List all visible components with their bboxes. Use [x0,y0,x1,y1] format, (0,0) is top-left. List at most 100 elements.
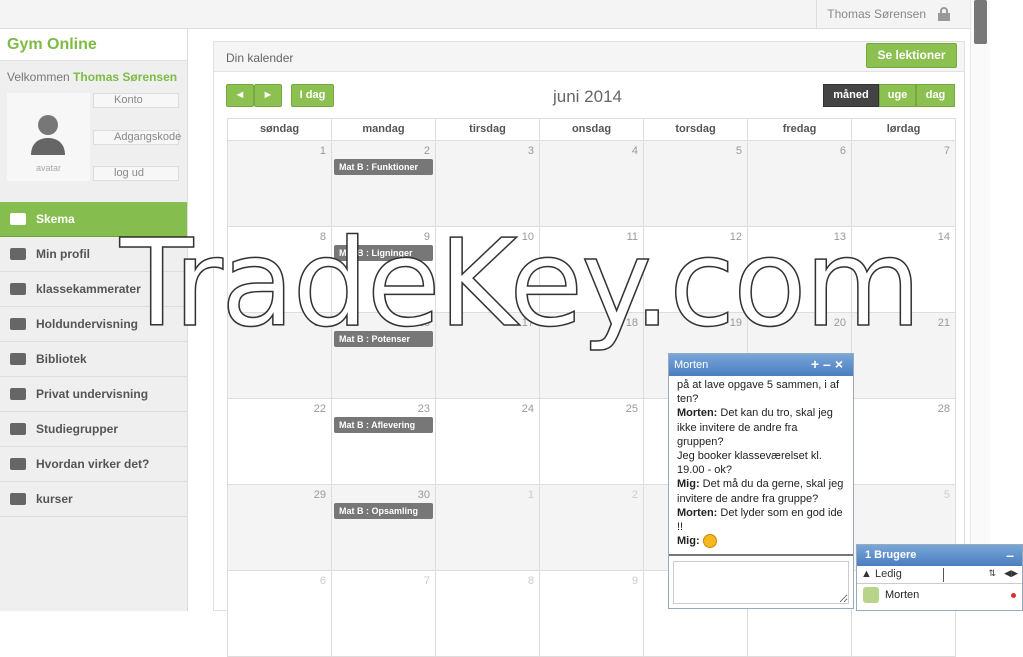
sidebar: Gym Online Velkommen Thomas Sørensen ava… [0,29,188,611]
sidebar-item[interactable]: kurser [0,482,187,517]
sidebar-item-label: kurser [36,492,73,506]
sidebar-item[interactable]: Skema [0,202,187,237]
day-cell[interactable]: 9 Mat B : Ligninger [332,227,436,312]
chat-input[interactable] [673,561,849,604]
sidebar-nav: Skema Min profil klassekammerater Holdunder… [0,202,187,517]
day-number: 16 [417,317,430,329]
day-number: 2 [423,145,430,157]
day-cell[interactable]: 30 Mat B : Opsamling [332,485,436,570]
swap-icon[interactable]: ⇅ [988,568,996,579]
lock-icon [938,7,950,21]
day-number: 8 [319,231,326,243]
day-cell[interactable]: 6 [228,571,332,656]
day-cell[interactable]: 24 [436,399,540,484]
view-month-button[interactable]: måned [823,84,879,107]
calendar-event[interactable]: Mat B : Aflevering [334,417,433,433]
sidebar-item[interactable]: klassekammerater [0,272,187,307]
day-number: 21 [937,317,950,329]
view-week-button[interactable]: uge [879,84,916,107]
day-cell[interactable]: 7 [332,571,436,656]
sound-icon[interactable]: ◀▶ [1004,568,1018,579]
weekday-label: onsdag [540,119,644,140]
day-number: 7 [943,145,950,157]
expand-icon[interactable]: + [811,356,823,372]
logout-button[interactable]: log ud [93,166,179,181]
sidebar-item-label: klassekammerater [36,282,141,296]
status-selector[interactable]: ▲ Ledig ⇅ ◀▶ [857,566,1022,584]
sidebar-item[interactable]: Holdundervisning [0,307,187,342]
chat-window: Morten +–× på at lave opgave 5 sammen, i … [668,353,854,609]
user-row[interactable]: Morten [857,584,1022,606]
day-number: 19 [729,317,742,329]
avatar[interactable]: avatar [7,93,90,181]
sidebar-item[interactable]: Studiegrupper [0,412,187,447]
user-menu[interactable]: Thomas Sørensen [816,0,958,29]
day-cell[interactable]: 16 Mat B : Potenser [332,313,436,398]
day-cell[interactable]: 25 [540,399,644,484]
today-button[interactable]: I dag [291,84,334,107]
day-cell[interactable]: 12 [644,227,748,312]
calendar-event[interactable]: Mat B : Opsamling [334,503,433,519]
day-cell[interactable]: 5 [644,141,748,226]
day-cell[interactable]: 8 [228,227,332,312]
day-cell[interactable]: 22 [228,399,332,484]
day-cell[interactable]: 6 [748,141,852,226]
day-cell[interactable]: 3 [436,141,540,226]
close-icon[interactable]: × [835,356,847,372]
day-cell[interactable]: 4 [540,141,644,226]
day-cell[interactable]: 8 [436,571,540,656]
calendar-event[interactable]: Mat B : Potenser [334,331,433,347]
minimize-icon[interactable]: – [1006,547,1014,563]
day-cell[interactable]: 2 Mat B : Funktioner [332,141,436,226]
monitor-icon [10,213,26,225]
day-number: 17 [521,317,534,329]
sidebar-item[interactable]: Min profil [0,237,187,272]
day-cell[interactable]: 1 [228,141,332,226]
day-cell[interactable]: 18 [540,313,644,398]
day-number: 30 [417,489,430,501]
day-cell[interactable]: 1 [436,485,540,570]
minimize-icon[interactable]: – [823,356,835,372]
calendar-event[interactable]: Mat B : Ligninger [334,245,433,261]
day-cell[interactable]: 17 [436,313,540,398]
day-number: 6 [839,145,846,157]
day-cell[interactable]: 23 Mat B : Aflevering [332,399,436,484]
day-cell[interactable]: 11 [540,227,644,312]
next-button[interactable]: ► [254,84,282,107]
day-number: 5 [943,489,950,501]
sidebar-item[interactable]: Privat undervisning [0,377,187,412]
day-number: 24 [521,403,534,415]
day-cell[interactable]: 13 [748,227,852,312]
scrollbar[interactable] [970,0,990,611]
month-title: juni 2014 [553,87,623,106]
day-cell[interactable]: 29 [228,485,332,570]
scrollbar-thumb[interactable] [974,0,987,44]
day-cell[interactable]: 28 [852,399,956,484]
checklist-icon [10,318,26,330]
users-icon [10,283,26,295]
sidebar-item[interactable]: Bibliotek [0,342,187,377]
day-cell[interactable]: 15 [228,313,332,398]
sidebar-item[interactable]: Hvordan virker det? [0,447,187,482]
day-number: 13 [833,231,846,243]
day-cell[interactable]: 9 [540,571,644,656]
day-cell[interactable]: 7 [852,141,956,226]
prev-button[interactable]: ◄ [226,84,254,107]
user-avatar [863,587,879,603]
calendar-event[interactable]: Mat B : Funktioner [334,159,433,175]
day-cell[interactable]: 21 [852,313,956,398]
sidebar-item-label: Skema [36,212,75,226]
day-number: 12 [729,231,742,243]
chat-message: Mig: Det må du da gerne, skal jeg invite… [677,478,844,505]
view-day-button[interactable]: dag [916,84,955,107]
sidebar-item-label: Min profil [36,247,90,261]
panel-title: Din kalender [214,42,964,72]
day-cell[interactable]: 14 [852,227,956,312]
see-lessons-button[interactable]: Se lektioner [866,43,957,68]
password-button[interactable]: Adgangskode [93,130,181,145]
users-header[interactable]: 1 Brugere – [857,545,1022,566]
day-cell[interactable]: 10 [436,227,540,312]
chat-header[interactable]: Morten +–× [669,354,853,376]
day-cell[interactable]: 2 [540,485,644,570]
account-button[interactable]: Konto [93,93,179,108]
